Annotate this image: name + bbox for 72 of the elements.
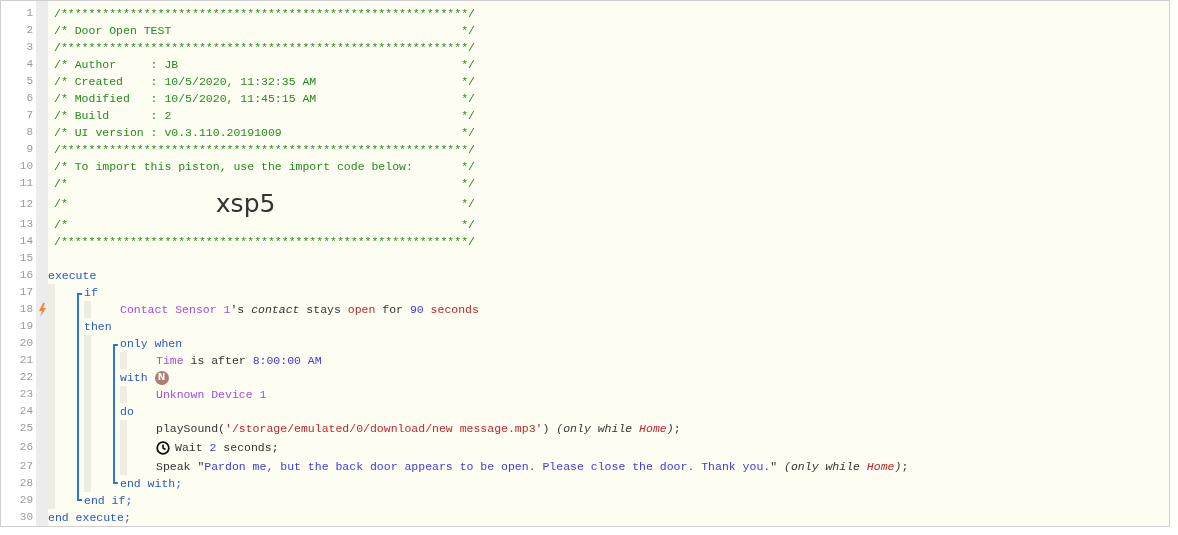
n-badge: N — [154, 370, 169, 385]
line-number: 12 — [19, 196, 33, 212]
line-number: 8 — [26, 125, 33, 141]
line-number: 15 — [19, 251, 33, 267]
line-number: 21 — [19, 353, 33, 369]
line-number: 1 — [26, 6, 33, 22]
comment-end: */ — [461, 90, 475, 107]
code-line: if — [84, 284, 98, 301]
comment-text: /* — [54, 196, 68, 213]
code-line: only when — [120, 335, 183, 352]
comment-text: /* To import this piston, use the import code below: — [54, 158, 413, 175]
line-number: 2 — [26, 23, 33, 39]
clock-icon — [156, 440, 170, 455]
line-number: 22 — [19, 370, 33, 386]
line-number: 13 — [19, 217, 33, 233]
code-line: with — [120, 369, 148, 386]
comment-end: */ — [461, 124, 475, 141]
line-number: 23 — [19, 387, 33, 403]
comment-text: /* — [54, 216, 68, 233]
line-number: 30 — [19, 510, 33, 526]
code-line: end with; — [120, 475, 183, 492]
comment-end: */ — [461, 22, 475, 39]
code-line: Speak "Pardon me, but the back door appears to be open. Please close the door. Thank you." (only while Home); — [156, 458, 909, 475]
line-number: 17 — [19, 285, 33, 301]
line-number: 11 — [19, 176, 33, 192]
line-number: 16 — [19, 268, 33, 284]
comment-end: */ — [461, 158, 475, 175]
code-line: Contact Sensor 1's contact stays open for 90 seconds — [120, 301, 479, 318]
line-number: 29 — [19, 493, 33, 509]
comment-end: */ — [461, 196, 475, 213]
code-line: Wait 2 seconds; — [175, 439, 279, 456]
line-number: 18 — [19, 302, 33, 318]
code-line: Time is after 8:00:00 AM — [156, 352, 322, 369]
comment-text: /* Door Open TEST — [54, 22, 172, 39]
comment-text: /***********************************************************/ — [54, 141, 475, 158]
code-line: end execute; — [48, 509, 131, 526]
line-number: 4 — [26, 57, 33, 73]
comment-end: */ — [461, 73, 475, 90]
import-code: xsp5 — [215, 192, 276, 216]
line-number: 14 — [19, 234, 33, 250]
line-number: 26 — [19, 440, 33, 456]
comment-end: */ — [461, 175, 475, 192]
comment-text: /***********************************************************/ — [54, 233, 475, 250]
code-line: execute — [48, 267, 97, 284]
line-number: 27 — [19, 459, 33, 475]
comment-text: /* Created : 10/5/2020, 11:32:35 AM — [54, 73, 317, 90]
comment-end: */ — [461, 107, 475, 124]
line-number: 10 — [19, 159, 33, 175]
line-number: 24 — [19, 404, 33, 420]
code-line: end if; — [84, 492, 133, 509]
code-line: do — [120, 403, 134, 420]
comment-text: /* UI version : v0.3.110.20191009 — [54, 124, 282, 141]
comment-text: /* Build : 2 — [54, 107, 172, 124]
comment-text: /***********************************************************/ — [54, 5, 475, 22]
code-line: playSound('/storage/emulated/0/download/new message.mp3') (only while Home); — [156, 420, 681, 437]
code-line: Unknown Device 1 — [156, 386, 267, 403]
line-number: 19 — [19, 319, 33, 335]
line-number: 6 — [26, 91, 33, 107]
comment-end: */ — [461, 216, 475, 233]
line-number: 25 — [19, 421, 33, 437]
comment-end: */ — [461, 56, 475, 73]
comment-text: /***********************************************************/ — [54, 39, 475, 56]
line-number: 7 — [26, 108, 33, 124]
line-number: 20 — [19, 336, 33, 352]
line-number: 28 — [19, 476, 33, 492]
comment-text: /* — [54, 175, 68, 192]
code-line: then — [84, 318, 112, 335]
line-number: 3 — [26, 40, 33, 56]
comment-text: /* Modified : 10/5/2020, 11:45:15 AM — [54, 90, 317, 107]
line-number: 9 — [26, 142, 33, 158]
line-number: 5 — [26, 74, 33, 90]
comment-text: /* Author : JB — [54, 56, 179, 73]
